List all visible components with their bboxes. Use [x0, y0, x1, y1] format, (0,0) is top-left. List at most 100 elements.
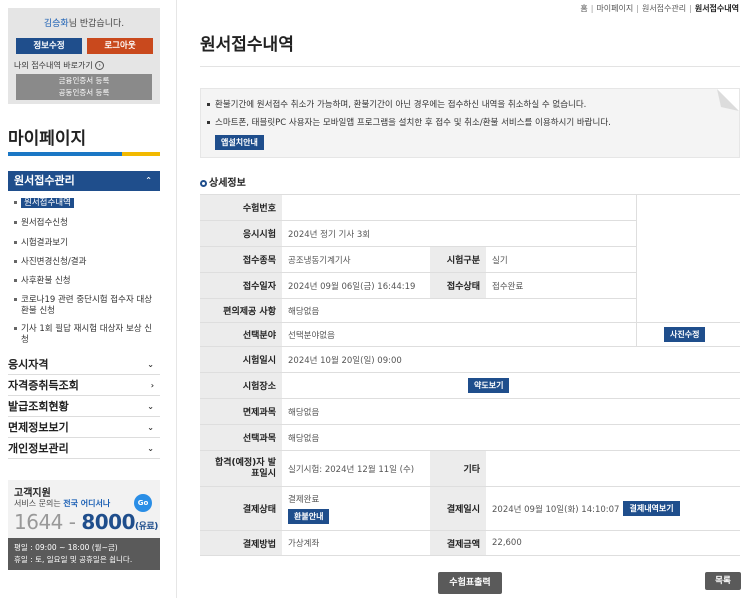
menu-section-label: 원서접수관리 — [14, 174, 75, 187]
greeting: 김승화님 반갑습니다. — [8, 16, 160, 29]
convenience-value: 해당없음 — [288, 306, 320, 317]
photo-cell — [636, 194, 740, 346]
page-fold-icon — [717, 89, 739, 111]
pass-date-value: 실기시험: 2024년 12월 11일 (수) — [288, 464, 415, 475]
table-row: 시험일시 2024년 10월 20일(일) 09:00 — [200, 346, 740, 372]
table-row: 합격(예정)자 발 표일시 실기시험: 2024년 12월 11일 (수) 기타 — [200, 450, 740, 486]
circle-bullet-icon — [200, 179, 207, 187]
breadcrumb-current: 원서접수내역 — [694, 4, 739, 13]
sidebar: 김승화님 반갑습니다. 정보수정 로그아웃 나의 접수내역 바로가기 › 금융인… — [0, 0, 165, 598]
sub-item-photo-change[interactable]: 사진변경신청/결과 — [14, 257, 154, 268]
convenience-label: 편의제공 사항 — [200, 299, 282, 322]
bullet-icon — [14, 241, 17, 244]
payment-detail-button[interactable]: 결제내역보기 — [623, 501, 680, 516]
chevron-right-circle-icon: › — [95, 61, 105, 70]
support-hours: 평일 : 09:00 ~ 18:00 (월~금) 휴일 : 토, 일요일 및 공휴… — [8, 538, 160, 570]
table-row: 시험장소 약도보기 — [200, 372, 740, 398]
mypage-title: 마이페이지 — [8, 129, 87, 149]
exam-number-label: 수험번호 — [200, 195, 282, 220]
menu-category-issuance[interactable]: 발급조회현황 ⌄ — [8, 397, 160, 417]
breadcrumb-home[interactable]: 홈 — [580, 4, 587, 13]
sub-item-retest-compensation[interactable]: 기사 1회 필답 재시험 대상자 보상 신청 — [14, 324, 154, 346]
pass-date-label: 합격(예정)자 발 표일시 — [200, 451, 282, 486]
exam-value: 2024년 정기 기사 3회 — [288, 229, 371, 240]
logout-button[interactable]: 로그아웃 — [87, 38, 153, 54]
etc-value — [486, 451, 740, 486]
choice-subject-label: 선택과목 — [200, 425, 282, 450]
refund-guide-button[interactable]: 환불안내 — [288, 509, 330, 524]
support-line: 서비스 문의는 전국 어디서나 — [14, 499, 111, 508]
menu-section-application[interactable]: 원서접수관리 ⌃ — [8, 171, 160, 191]
sub-item-covid-refund[interactable]: 코로나19 관련 중단시험 접수자 대상 환불 신청 — [14, 295, 154, 317]
exam-datetime-value: 2024년 10월 20일(일) 09:00 — [288, 355, 402, 366]
menu-category-personal-info[interactable]: 개인정보관리 ⌄ — [8, 439, 160, 459]
certificate-register-button[interactable]: 금융인증서 등록공동인증서 등록 — [16, 74, 152, 100]
sub-item-application-history[interactable]: 원서접수내역 — [14, 198, 154, 209]
breadcrumb-section[interactable]: 원서접수관리 — [642, 4, 686, 13]
payment-method-value: 가상계좌 — [288, 539, 320, 549]
sub-item-apply[interactable]: 원서접수신청 — [14, 218, 154, 229]
bullet-icon — [14, 327, 17, 330]
exam-type-value: 실기 — [492, 255, 508, 266]
cert-line-1: 금융인증서 등록 — [58, 76, 110, 85]
bullet-icon — [14, 279, 17, 282]
edit-info-button[interactable]: 정보수정 — [16, 38, 82, 54]
cert-line-2: 공동인증서 등록 — [58, 88, 110, 97]
menu-category-license-lookup[interactable]: 자격증취득조회 › — [8, 376, 160, 396]
menu-category-qualification[interactable]: 응시자격 ⌄ — [8, 355, 160, 375]
bullet-icon — [14, 260, 17, 263]
table-row: 수험번호 — [200, 194, 636, 220]
app-install-guide-button[interactable]: 앱설치안내 — [215, 135, 264, 150]
customer-support-box: 고객지원 서비스 문의는 전국 어디서나 Go 1644 - 8000(유료) … — [8, 480, 160, 570]
table-row: 편의제공 사항 해당없음 — [200, 298, 636, 322]
exam-type-label: 시험구분 — [430, 247, 486, 272]
bullet-icon — [207, 121, 210, 124]
notice-line: 환불기간에 원서접수 취소가 가능하며, 환불기간이 아닌 경우에는 접수하신 … — [207, 98, 586, 110]
login-box: 김승화님 반갑습니다. 정보수정 로그아웃 나의 접수내역 바로가기 › 금융인… — [8, 8, 160, 104]
greeting-text: 님 반갑습니다. — [68, 19, 125, 29]
sub-item-post-refund[interactable]: 사후환불 신청 — [14, 276, 154, 287]
list-button[interactable]: 목록 — [705, 572, 741, 590]
exam-label: 응시시험 — [200, 221, 282, 246]
print-admission-ticket-button[interactable]: 수험표출력 — [438, 572, 502, 594]
selected-field-value: 선택분야없음 — [288, 330, 335, 341]
bullet-icon — [14, 221, 17, 224]
table-row: 응시시험 2024년 정기 기사 3회 — [200, 220, 636, 246]
exam-datetime-label: 시험일시 — [200, 347, 282, 372]
apply-status-label: 접수상태 — [430, 273, 486, 298]
payment-method-label: 결제방법 — [200, 531, 282, 555]
menu-category-exemption[interactable]: 면제정보보기 ⌄ — [8, 418, 160, 438]
apply-date-value: 2024년 09월 06일(금) 16:44:19 — [288, 281, 416, 292]
chevron-up-icon: ⌃ — [145, 176, 152, 185]
chevron-right-icon: › — [150, 381, 154, 390]
table-row: 결제상태 결제완료 환불안내 결제일시 2024년 09월 10일(화) 14:1… — [200, 486, 740, 530]
exam-number-value — [282, 195, 636, 220]
exempt-subject-label: 면제과목 — [200, 399, 282, 424]
breadcrumb: 홈 | 마이페이지 | 원서접수관리 | 원서접수내역 — [580, 4, 739, 13]
breadcrumb-mypage[interactable]: 마이페이지 — [596, 4, 633, 13]
field-value: 공조냉동기계기사 — [288, 255, 351, 266]
choice-subject-value: 해당없음 — [288, 433, 320, 444]
map-view-button[interactable]: 약도보기 — [468, 378, 510, 393]
payment-status-value: 결제완료 환불안내 — [282, 487, 430, 530]
title-divider — [200, 66, 740, 67]
payment-amount-value: 22,600 — [492, 538, 522, 548]
chevron-down-icon: ⌄ — [147, 444, 154, 453]
sub-item-results[interactable]: 시험결과보기 — [14, 238, 154, 249]
table-row: 접수종목 공조냉동기계기사 시험구분 실기 — [200, 246, 636, 272]
support-title: 고객지원 — [14, 488, 51, 499]
chevron-down-icon: ⌄ — [147, 423, 154, 432]
page-title: 원서접수내역 — [200, 35, 294, 55]
notice-line: 스마트폰, 태블릿PC 사용자는 모바일앱 프로그램을 설치한 후 접수 및 취… — [207, 116, 611, 128]
my-applications-link[interactable]: 나의 접수내역 바로가기 › — [14, 60, 105, 71]
table-row: 접수일자 2024년 09월 06일(금) 16:44:19 접수상태 접수완료 — [200, 272, 636, 298]
payment-datetime-label: 결제일시 — [430, 487, 486, 530]
etc-label: 기타 — [430, 451, 486, 486]
chevron-down-icon: ⌄ — [147, 360, 154, 369]
user-name: 김승화 — [43, 19, 69, 29]
bullet-icon — [14, 201, 17, 204]
table-row: 결제방법 가상계좌 결제금액 22,600 — [200, 530, 740, 556]
payment-datetime-value: 2024년 09월 10일(화) 14:10:07 결제내역보기 — [486, 487, 740, 530]
photo-edit-button[interactable]: 사진수정 — [664, 327, 706, 342]
sidebar-divider — [176, 0, 177, 598]
